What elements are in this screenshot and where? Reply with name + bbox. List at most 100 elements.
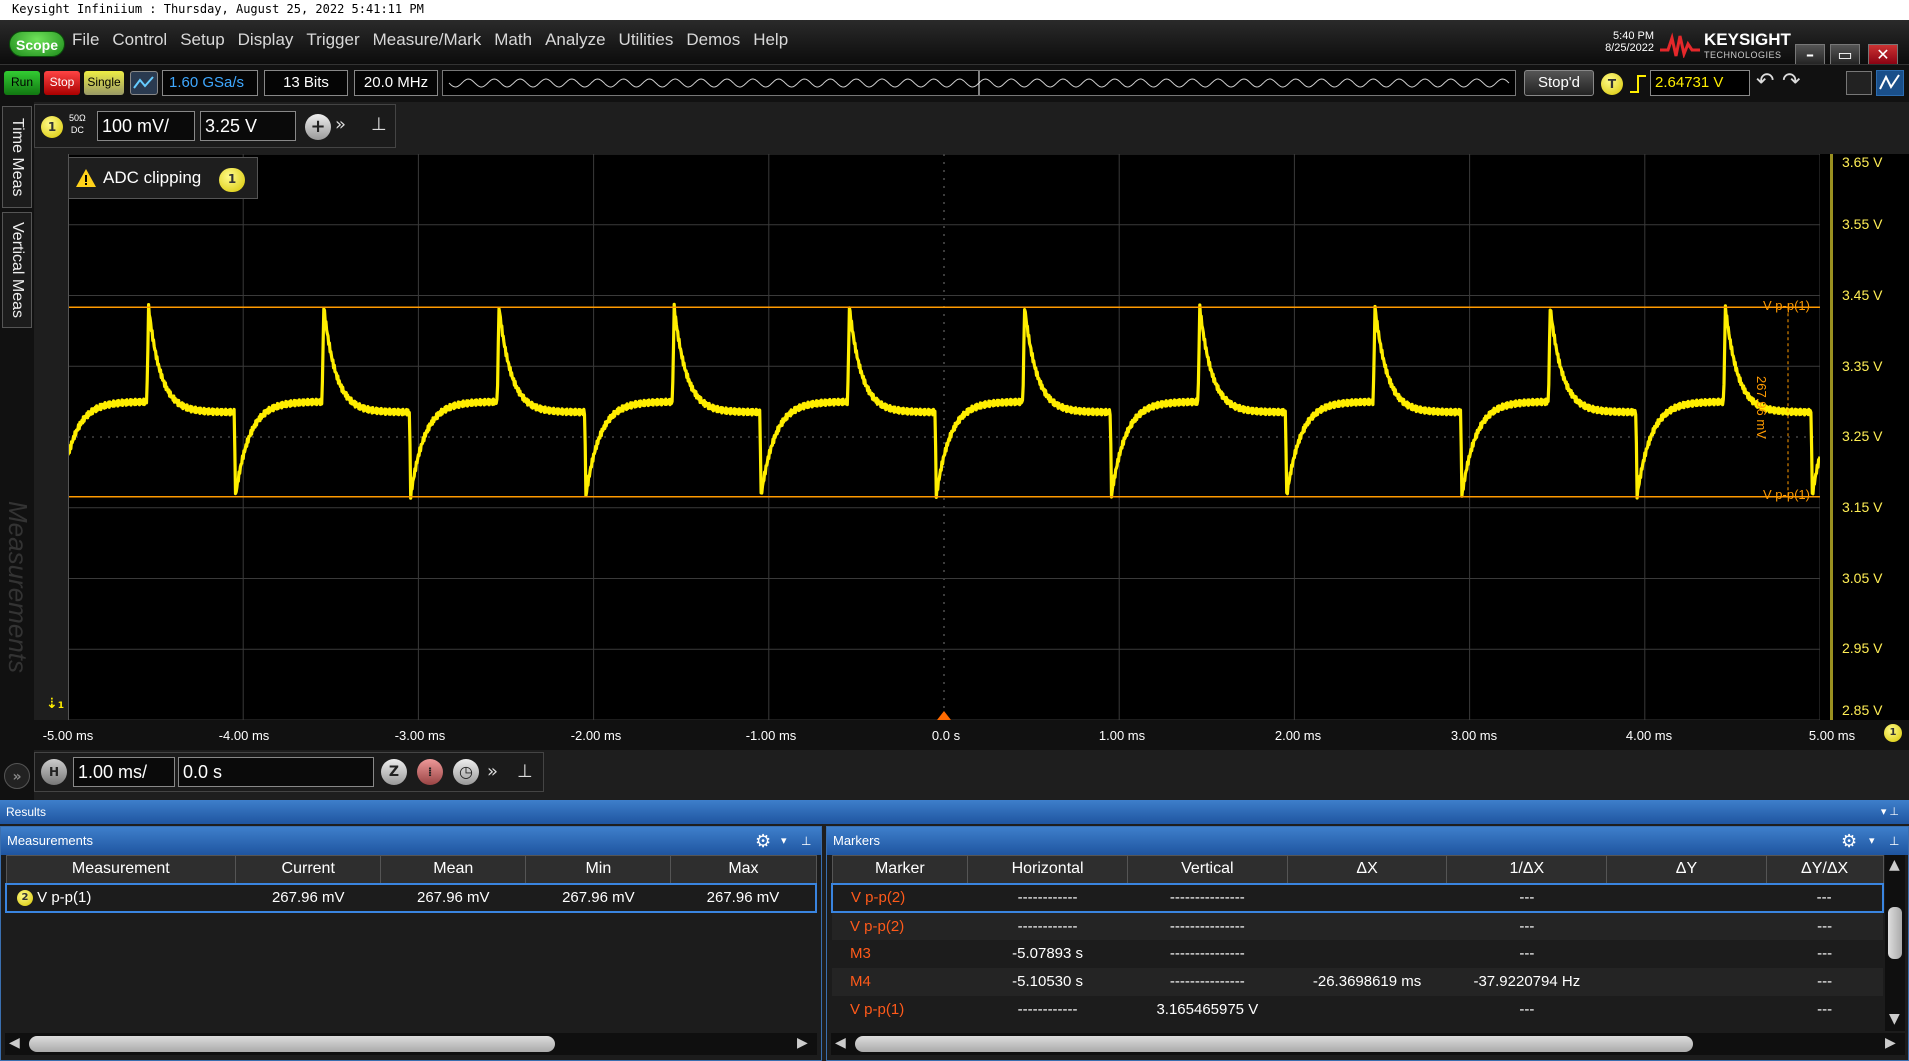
- measurements-drawer-label[interactable]: Measurements: [2, 482, 33, 692]
- minimize-icon[interactable]: –: [1795, 44, 1825, 66]
- col-vertical[interactable]: Vertical: [1126, 855, 1288, 884]
- vpp-delta-label: 267.96 mV: [1754, 376, 1769, 439]
- results-collapse-icon[interactable]: ▾ ⊥: [1881, 800, 1899, 824]
- markers-vertical-scrollbar[interactable]: ▲ ▼: [1885, 855, 1905, 1031]
- menu-demos[interactable]: Demos: [686, 30, 740, 50]
- col-measurement[interactable]: Measurement: [5, 855, 237, 884]
- scroll-left-icon[interactable]: ◀: [835, 1035, 846, 1051]
- waveform-mode-icon[interactable]: [1876, 70, 1904, 96]
- measurement-current: 267.96 mV: [235, 882, 381, 913]
- scroll-right-icon[interactable]: ▶: [1885, 1035, 1896, 1051]
- bandwidth-limit[interactable]: 20.0 MHz: [354, 70, 438, 96]
- measurements-scrollbar[interactable]: ◀ ▶: [5, 1033, 817, 1055]
- x-tick-label: -5.00 ms: [42, 728, 94, 743]
- chevron-right-icon[interactable]: »: [335, 114, 346, 135]
- maximize-icon[interactable]: ▭: [1830, 44, 1860, 66]
- table-row[interactable]: V p-p(1) ------------ 3.165465975 V --- …: [832, 996, 1883, 1024]
- col-horizontal[interactable]: Horizontal: [967, 855, 1128, 884]
- stop-button[interactable]: Stop: [44, 71, 80, 95]
- clock-icon[interactable]: ◷: [453, 759, 479, 785]
- adc-clipping-warning[interactable]: ADC clipping 1: [68, 157, 258, 199]
- trigger-badge[interactable]: T: [1601, 73, 1623, 95]
- menu-utilities[interactable]: Utilities: [619, 30, 674, 50]
- scroll-down-icon[interactable]: ▼: [1889, 1011, 1900, 1027]
- menu-help[interactable]: Help: [753, 30, 788, 50]
- scroll-up-icon[interactable]: ▲: [1889, 857, 1900, 873]
- chevron-right-icon[interactable]: »: [487, 761, 498, 782]
- adc-bits[interactable]: 13 Bits: [264, 70, 348, 96]
- right-channel-badge[interactable]: 1: [1884, 724, 1902, 742]
- menu-analyze[interactable]: Analyze: [545, 30, 605, 50]
- scroll-thumb[interactable]: [29, 1036, 555, 1052]
- tab-vertical-meas[interactable]: Vertical Meas: [2, 212, 32, 328]
- memory-overview-strip[interactable]: [442, 70, 1516, 96]
- col-inverse-delta-x[interactable]: 1/ΔX: [1446, 855, 1608, 884]
- waveform-plot[interactable]: [68, 154, 1820, 720]
- menu-control[interactable]: Control: [112, 30, 167, 50]
- table-row[interactable]: V p-p(2) ------------ --------------- --…: [832, 911, 1883, 940]
- menu-measure-mark[interactable]: Measure/Mark: [373, 30, 482, 50]
- pin-icon[interactable]: ⊥: [801, 827, 811, 855]
- close-icon[interactable]: ✕: [1868, 44, 1898, 66]
- table-row[interactable]: M3 -5.07893 s --------------- --- ---: [832, 940, 1883, 968]
- pin-icon[interactable]: ⊥: [1889, 827, 1899, 855]
- zoom-icon[interactable]: Z: [381, 759, 407, 785]
- expand-panel-icon[interactable]: »: [4, 763, 30, 789]
- undo-icon[interactable]: ↶: [1756, 69, 1774, 94]
- rising-edge-icon[interactable]: [1628, 74, 1648, 94]
- trigger-level[interactable]: 2.64731 V: [1650, 70, 1750, 96]
- menu-setup[interactable]: Setup: [180, 30, 224, 50]
- display-layout-icon[interactable]: [1846, 71, 1872, 95]
- clock: 5:40 PM 8/25/2022: [1580, 30, 1654, 54]
- sample-rate[interactable]: 1.60 GSa/s: [162, 70, 258, 96]
- menu-trigger[interactable]: Trigger: [306, 30, 359, 50]
- menu-display[interactable]: Display: [238, 30, 294, 50]
- vertical-offset-field[interactable]: 3.25 V: [200, 111, 296, 141]
- pin-icon[interactable]: ⊥: [517, 761, 533, 782]
- horizontal-badge[interactable]: H: [41, 759, 67, 785]
- results-header[interactable]: Results ▾ ⊥: [0, 800, 1909, 824]
- tab-time-meas[interactable]: Time Meas: [2, 106, 32, 208]
- waveform-display[interactable]: V p-p(1) V p-p(1) 267.96 mV ⇣1: [46, 154, 1820, 720]
- col-current[interactable]: Current: [235, 855, 382, 884]
- settings-gear-icon[interactable]: ⚙: [1841, 827, 1857, 855]
- menu-file[interactable]: File: [72, 30, 99, 50]
- settings-gear-icon[interactable]: ⚙: [755, 827, 771, 855]
- scroll-right-icon[interactable]: ▶: [797, 1035, 808, 1051]
- marker-horizontal: ------------: [1017, 917, 1078, 935]
- time-scale-field[interactable]: 1.00 ms/: [73, 757, 175, 787]
- scroll-left-icon[interactable]: ◀: [9, 1035, 20, 1051]
- time-position-field[interactable]: 0.0 s: [178, 757, 374, 787]
- markers-scrollbar[interactable]: ◀ ▶: [831, 1033, 1905, 1055]
- col-min[interactable]: Min: [525, 855, 672, 884]
- scroll-thumb[interactable]: [1888, 907, 1902, 959]
- scope-button[interactable]: Scope: [9, 31, 65, 57]
- redo-icon[interactable]: ↷: [1782, 69, 1800, 94]
- segment-icon[interactable]: ⁞: [417, 759, 443, 785]
- vertical-scale-field[interactable]: 100 mV/: [97, 111, 195, 141]
- table-row[interactable]: 2 V p-p(1) 267.96 mV 267.96 mV 267.96 mV…: [5, 882, 818, 913]
- add-waveform-icon[interactable]: +: [305, 114, 331, 140]
- ground-reference-marker[interactable]: ⇣1: [46, 696, 64, 712]
- vpp-bottom-marker-label: V p-p(1): [1763, 487, 1810, 502]
- table-row[interactable]: M4 -5.10530 s --------------- -26.369861…: [832, 967, 1883, 996]
- col-delta-y-over-x[interactable]: ΔY/ΔX: [1765, 855, 1884, 884]
- coupling-mode: DC: [70, 125, 84, 135]
- col-mean[interactable]: Mean: [380, 855, 527, 884]
- scroll-thumb[interactable]: [855, 1036, 1693, 1052]
- auto-scale-icon[interactable]: [130, 71, 158, 95]
- single-button[interactable]: Single: [84, 71, 124, 95]
- col-delta-y[interactable]: ΔY: [1606, 855, 1767, 884]
- col-delta-x[interactable]: ΔX: [1286, 855, 1448, 884]
- col-max[interactable]: Max: [670, 855, 817, 884]
- col-marker[interactable]: Marker: [831, 855, 969, 884]
- chevron-down-icon[interactable]: ▾: [1869, 827, 1875, 855]
- pin-icon[interactable]: ⊥: [371, 114, 387, 135]
- warning-icon: [76, 169, 96, 187]
- channel-1-badge[interactable]: 1: [41, 116, 63, 138]
- channel-coupling[interactable]: 50Ω DC: [69, 112, 86, 136]
- run-button[interactable]: Run: [4, 71, 40, 95]
- table-row[interactable]: V p-p(2) ------------ --------------- --…: [831, 882, 1884, 913]
- menu-math[interactable]: Math: [494, 30, 532, 50]
- chevron-down-icon[interactable]: ▾: [781, 827, 787, 855]
